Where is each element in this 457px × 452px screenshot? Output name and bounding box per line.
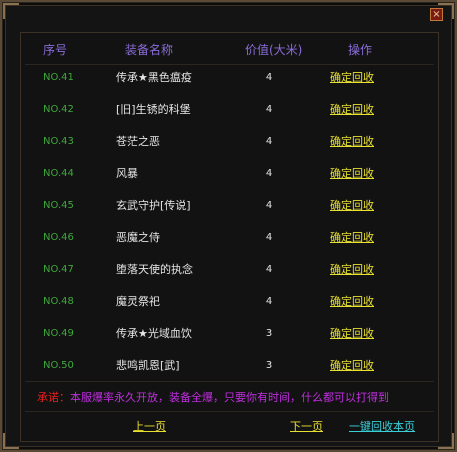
confirm-recycle-link[interactable]: 确定回收: [330, 253, 374, 285]
item-name: 传承★黑色瘟疫: [116, 71, 192, 84]
item-value: 4: [265, 295, 273, 307]
row-index: NO.46: [43, 231, 74, 243]
row-index: NO.48: [43, 295, 74, 307]
equipment-table: 序号 装备名称 价值(大米) 操作 NO.41 传承★黑色瘟疫 4 确定回收 N…: [20, 32, 439, 442]
item-name: 堕落天使的执念: [116, 263, 193, 276]
notice-text: 本服爆率永久开放，装备全爆，只要你有时间，什么都可以打得到: [70, 391, 389, 404]
confirm-recycle-link[interactable]: 确定回收: [330, 93, 374, 125]
item-name: 风暴: [116, 167, 138, 180]
recycle-window: × 序号 装备名称 价值(大米) 操作 NO.41 传承★黑色瘟疫 4 确定回收…: [0, 0, 457, 452]
row-index: NO.44: [43, 167, 74, 179]
item-value: 4: [265, 135, 273, 147]
table-row: NO.43 苍茫之恶 4 确定回收: [21, 125, 438, 157]
divider: [25, 381, 434, 382]
row-index: NO.42: [43, 103, 74, 115]
item-name: 魔灵祭祀: [116, 295, 160, 308]
row-index: NO.47: [43, 263, 74, 275]
notice-label: 承诺：: [37, 391, 70, 404]
table-row: NO.46 恶魔之侍 4 确定回收: [21, 221, 438, 253]
item-name: 玄武守护[传说]: [116, 199, 191, 212]
row-index: NO.49: [43, 327, 74, 339]
close-icon[interactable]: ×: [430, 8, 443, 21]
confirm-recycle-link[interactable]: 确定回收: [330, 157, 374, 189]
row-index: NO.43: [43, 135, 74, 147]
server-notice: 承诺：本服爆率永久开放，装备全爆，只要你有时间，什么都可以打得到: [37, 389, 389, 405]
item-value: 4: [265, 199, 273, 211]
row-index: NO.41: [43, 71, 74, 83]
table-row: NO.41 传承★黑色瘟疫 4 确定回收: [21, 61, 438, 93]
row-index: NO.45: [43, 199, 74, 211]
item-value: 4: [265, 167, 273, 179]
confirm-recycle-link[interactable]: 确定回收: [330, 317, 374, 349]
table-row: NO.47 堕落天使的执念 4 确定回收: [21, 253, 438, 285]
confirm-recycle-link[interactable]: 确定回收: [330, 125, 374, 157]
item-value: 4: [265, 231, 273, 243]
item-name: 传承★光域血饮: [116, 327, 192, 340]
table-row: NO.42 [旧]生锈的科堡 4 确定回收: [21, 93, 438, 125]
item-value: 3: [265, 359, 273, 371]
next-page-link[interactable]: 下一页: [290, 418, 323, 434]
confirm-recycle-link[interactable]: 确定回收: [330, 61, 374, 93]
confirm-recycle-link[interactable]: 确定回收: [330, 189, 374, 221]
table-row: NO.45 玄武守护[传说] 4 确定回收: [21, 189, 438, 221]
item-value: 4: [265, 263, 273, 275]
prev-page-link[interactable]: 上一页: [133, 418, 166, 434]
table-row: NO.48 魔灵祭祀 4 确定回收: [21, 285, 438, 317]
frame-corner: [3, 3, 19, 19]
item-value: 4: [265, 103, 273, 115]
frame-corner: [3, 433, 19, 449]
recycle-all-page-link[interactable]: 一键回收本页: [349, 418, 415, 434]
confirm-recycle-link[interactable]: 确定回收: [330, 285, 374, 317]
row-index: NO.50: [43, 359, 74, 371]
table-row: NO.49 传承★光域血饮 3 确定回收: [21, 317, 438, 349]
divider: [25, 411, 434, 412]
item-name: 苍茫之恶: [116, 135, 160, 148]
item-value: 4: [265, 71, 273, 83]
item-value: 3: [265, 327, 273, 339]
item-name: 恶魔之侍: [116, 231, 160, 244]
confirm-recycle-link[interactable]: 确定回收: [330, 349, 374, 381]
table-row: NO.50 悲鸣凯恩[武] 3 确定回收: [21, 349, 438, 381]
item-name: [旧]生锈的科堡: [116, 103, 191, 116]
item-name: 悲鸣凯恩[武]: [116, 359, 180, 372]
frame-corner: [438, 433, 454, 449]
confirm-recycle-link[interactable]: 确定回收: [330, 221, 374, 253]
table-row: NO.44 风暴 4 确定回收: [21, 157, 438, 189]
